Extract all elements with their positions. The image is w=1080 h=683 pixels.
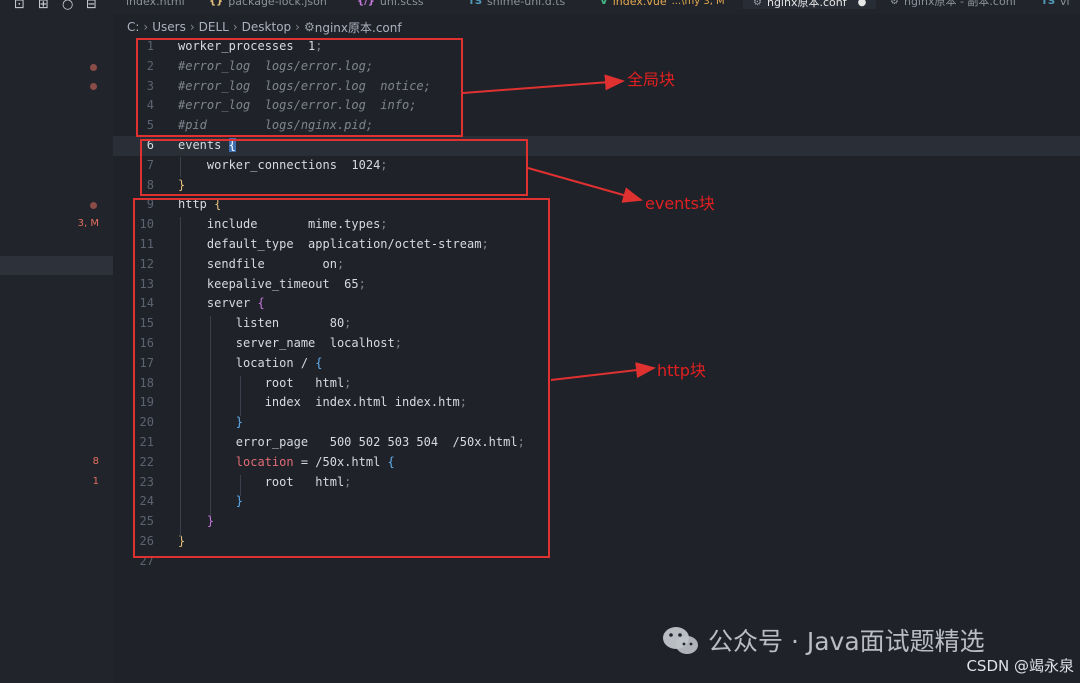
http-block-label: http块 bbox=[657, 361, 706, 380]
wechat-icon bbox=[663, 627, 698, 654]
watermark-csdn-text: CSDN @竭永泉 bbox=[966, 657, 1074, 675]
events-block-label: events块 bbox=[645, 194, 715, 213]
arrow-global bbox=[462, 74, 625, 94]
watermark-wechat-text: 公众号 · Java面试题精选 bbox=[708, 627, 985, 656]
global-block-label: 全局块 bbox=[627, 70, 676, 89]
arrow-events bbox=[527, 167, 643, 203]
annotation-arrows bbox=[462, 74, 656, 381]
arrow-http bbox=[550, 362, 656, 381]
